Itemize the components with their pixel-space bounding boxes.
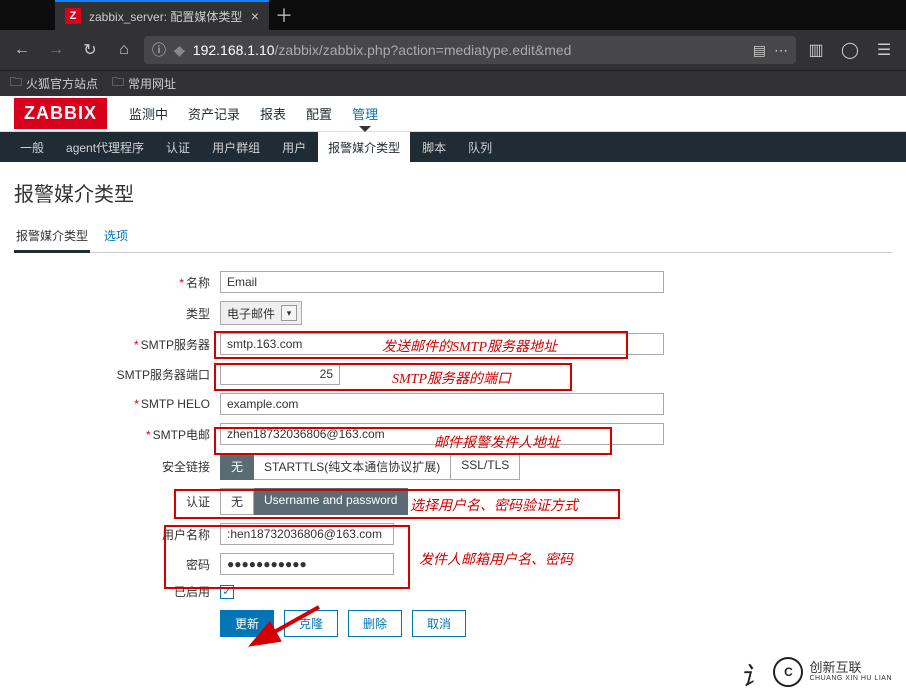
shield-icon[interactable]: ◆: [174, 42, 185, 59]
label-name: *名称: [14, 274, 220, 291]
zabbix-favicon: Z: [65, 8, 81, 24]
library-icon[interactable]: ▥: [802, 36, 830, 64]
subnav-mediatype[interactable]: 报警媒介类型: [318, 132, 410, 162]
bookmark-label: 火狐官方站点: [26, 75, 98, 92]
label-smtp-server: *SMTP服务器: [14, 336, 220, 353]
folder-icon: 🗀: [10, 73, 22, 94]
new-tab-button[interactable]: ＋: [269, 0, 299, 30]
password-input[interactable]: [220, 553, 394, 575]
url-bar[interactable]: ⓘ ◆ 192.168.1.10/zabbix/zabbix.php?actio…: [144, 36, 796, 64]
label-type: 类型: [14, 305, 220, 322]
folder-icon: 🗀: [112, 73, 124, 94]
page-title: 报警媒介类型: [14, 178, 892, 207]
tab-mediatype[interactable]: 报警媒介类型: [14, 223, 90, 253]
subnav-general[interactable]: 一般: [10, 132, 54, 162]
type-select-value: 电子邮件: [227, 305, 275, 322]
smtp-email-input[interactable]: [220, 423, 664, 445]
label-security: 安全链接: [14, 458, 220, 475]
subnav-users[interactable]: 用户: [272, 132, 316, 162]
more-icon[interactable]: ⋯: [774, 42, 788, 59]
watermark: C 创新互联 CHUANG XIN HU LIAN: [765, 653, 900, 691]
home-button[interactable]: ⌂: [110, 36, 138, 64]
zabbix-logo[interactable]: ZABBIX: [14, 98, 107, 129]
bookmark-common-sites[interactable]: 🗀 常用网址: [112, 73, 176, 94]
auth-none[interactable]: 无: [220, 488, 254, 515]
subnav-auth[interactable]: 认证: [156, 132, 200, 162]
browser-tab[interactable]: Z zabbix_server: 配置媒体类型 ×: [55, 0, 269, 30]
clone-button[interactable]: 克隆: [284, 610, 338, 637]
security-starttls[interactable]: STARTTLS(纯文本通信协议扩展): [254, 453, 451, 480]
enabled-checkbox[interactable]: ✓: [220, 585, 234, 599]
watermark-logo-icon: C: [773, 657, 803, 687]
subnav-scripts[interactable]: 脚本: [412, 132, 456, 162]
topnav-configuration[interactable]: 配置: [298, 96, 340, 131]
label-smtp-helo: *SMTP HELO: [14, 397, 220, 411]
close-tab-icon[interactable]: ×: [251, 8, 259, 24]
topnav-reports[interactable]: 报表: [252, 96, 294, 131]
menu-icon[interactable]: ☰: [870, 36, 898, 64]
smtp-port-input[interactable]: [220, 363, 340, 385]
username-input[interactable]: [220, 523, 394, 545]
topnav-inventory[interactable]: 资产记录: [180, 96, 248, 131]
type-select[interactable]: 电子邮件 ▾: [220, 301, 302, 325]
reload-button[interactable]: ↻: [76, 36, 104, 64]
label-smtp-port: SMTP服务器端口: [14, 366, 220, 383]
subnav-usergroups[interactable]: 用户群组: [202, 132, 270, 162]
watermark-brand: 创新互联: [809, 661, 892, 675]
auth-segmented: 无 Username and password: [220, 488, 408, 515]
security-segmented: 无 STARTTLS(纯文本通信协议扩展) SSL/TLS: [220, 453, 520, 480]
bookmark-firefox-site[interactable]: 🗀 火狐官方站点: [10, 73, 98, 94]
bookmark-label: 常用网址: [128, 75, 176, 92]
watermark-pinyin: CHUANG XIN HU LIAN: [809, 675, 892, 683]
label-enabled: 已启用: [14, 583, 220, 600]
back-button[interactable]: ←: [8, 36, 36, 64]
tab-title: zabbix_server: 配置媒体类型: [89, 8, 243, 25]
label-auth: 认证: [14, 493, 220, 510]
name-input[interactable]: [220, 271, 664, 293]
subnav-proxies[interactable]: agent代理程序: [56, 132, 154, 162]
smtp-helo-input[interactable]: [220, 393, 664, 415]
security-ssltls[interactable]: SSL/TLS: [451, 453, 520, 480]
subnav-queue[interactable]: 队列: [458, 132, 502, 162]
update-button[interactable]: 更新: [220, 610, 274, 637]
cancel-button[interactable]: 取消: [412, 610, 466, 637]
delete-button[interactable]: 删除: [348, 610, 402, 637]
tab-options[interactable]: 选项: [102, 223, 130, 252]
security-none[interactable]: 无: [220, 453, 254, 480]
auth-userpass[interactable]: Username and password: [254, 488, 408, 515]
account-icon[interactable]: ◯: [836, 36, 864, 64]
label-password: 密码: [14, 556, 220, 573]
watermark-calligraphy: 讠: [740, 656, 766, 693]
topnav-administration[interactable]: 管理: [344, 96, 386, 131]
forward-button[interactable]: →: [42, 36, 70, 64]
label-smtp-email: *SMTP电邮: [14, 426, 220, 443]
label-username: 用户名称: [14, 526, 220, 543]
topnav-monitoring[interactable]: 监测中: [121, 96, 176, 131]
url-text: 192.168.1.10/zabbix/zabbix.php?action=me…: [193, 42, 745, 58]
chevron-down-icon: ▾: [281, 305, 297, 321]
smtp-server-input[interactable]: [220, 333, 664, 355]
info-icon[interactable]: ⓘ: [152, 40, 166, 60]
reader-mode-icon[interactable]: ▤: [753, 42, 766, 59]
